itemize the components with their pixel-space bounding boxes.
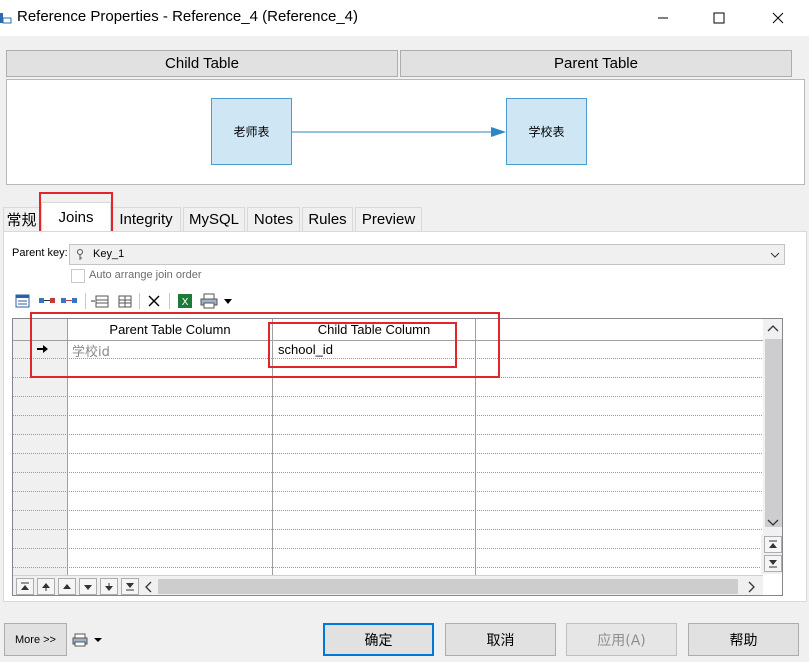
vertical-scroll-thumb[interactable] xyxy=(765,339,782,527)
scroll-down-icon[interactable] xyxy=(767,519,779,527)
tab-preview[interactable]: Preview xyxy=(355,207,422,231)
row-line xyxy=(13,396,762,397)
reuse-columns-icon[interactable] xyxy=(59,292,79,310)
toolbar-separator xyxy=(169,293,170,309)
move-down-button[interactable] xyxy=(764,555,782,572)
maximize-button[interactable] xyxy=(696,0,742,36)
row-line xyxy=(13,434,762,435)
tab-rules[interactable]: Rules xyxy=(302,207,353,231)
title-bar: Reference Properties - Reference_4 (Refe… xyxy=(0,0,809,36)
highlight-child-column xyxy=(268,322,457,368)
tab-integrity[interactable]: Integrity xyxy=(111,207,181,231)
excel-export-icon[interactable]: X xyxy=(175,292,195,310)
window-title: Reference Properties - Reference_4 (Refe… xyxy=(17,8,359,25)
parent-table-button[interactable]: Parent Table xyxy=(400,50,792,77)
minimize-icon xyxy=(658,17,668,19)
ok-button[interactable]: 确定 xyxy=(323,623,434,656)
tab-general[interactable]: 常规 xyxy=(3,207,40,231)
move-up-row-button[interactable] xyxy=(58,578,76,595)
delete-icon[interactable] xyxy=(145,292,163,310)
child-table-button[interactable]: Child Table xyxy=(6,50,398,77)
move-page-up-button[interactable] xyxy=(37,578,55,595)
row-line xyxy=(13,567,762,568)
move-bottom-button[interactable] xyxy=(121,578,139,595)
close-button[interactable] xyxy=(755,0,801,36)
key-icon xyxy=(77,249,83,260)
child-entity-box[interactable]: 老师表 xyxy=(211,98,292,165)
add-row-icon[interactable] xyxy=(113,292,133,310)
tab-mysql[interactable]: MySQL xyxy=(183,207,245,231)
minimize-button[interactable] xyxy=(640,0,686,36)
join-columns-icon[interactable] xyxy=(37,292,57,310)
maximize-icon xyxy=(713,12,725,24)
row-line xyxy=(13,548,762,549)
row-line xyxy=(13,453,762,454)
auto-arrange-checkbox[interactable] xyxy=(71,269,85,283)
printer-icon xyxy=(72,633,88,647)
cancel-button[interactable]: 取消 xyxy=(445,623,556,656)
apply-button[interactable]: 应用(A) xyxy=(566,623,677,656)
print-icon[interactable] xyxy=(199,292,219,310)
chevron-down-icon xyxy=(770,252,780,258)
row-line xyxy=(13,415,762,416)
row-line xyxy=(13,491,762,492)
print-options-button[interactable] xyxy=(72,630,108,650)
scroll-left-icon[interactable] xyxy=(145,581,153,593)
row-line xyxy=(13,529,762,530)
move-down-row-button[interactable] xyxy=(79,578,97,595)
parent-entity-box[interactable]: 学校表 xyxy=(506,98,587,165)
move-page-down-button[interactable] xyxy=(100,578,118,595)
row-line xyxy=(13,472,762,473)
scroll-up-icon[interactable] xyxy=(767,324,779,332)
insert-row-icon[interactable] xyxy=(90,292,110,310)
bottom-nav-bar xyxy=(13,575,763,595)
move-top-button[interactable] xyxy=(16,578,34,595)
properties-icon[interactable] xyxy=(14,292,32,310)
svg-text:X: X xyxy=(182,297,189,308)
horizontal-scroll-thumb[interactable] xyxy=(158,579,738,594)
toolbar-separator xyxy=(139,293,140,309)
app-icon xyxy=(0,10,12,26)
tab-notes[interactable]: Notes xyxy=(247,207,300,231)
parent-key-label: Parent key: xyxy=(12,247,68,259)
caret-down-icon xyxy=(94,638,102,642)
help-button[interactable]: 帮助 xyxy=(688,623,799,656)
row-line xyxy=(13,510,762,511)
move-up-button[interactable] xyxy=(764,536,782,553)
parent-key-value: Key_1 xyxy=(93,248,125,260)
close-icon xyxy=(772,12,784,24)
auto-arrange-label: Auto arrange join order xyxy=(89,269,202,281)
reference-arrow xyxy=(292,127,506,137)
scroll-right-icon[interactable] xyxy=(748,581,756,593)
caret-down-icon[interactable] xyxy=(221,292,235,310)
column-header-empty xyxy=(476,319,763,341)
more-button[interactable]: More >> xyxy=(4,623,67,656)
parent-key-select[interactable]: Key_1 xyxy=(69,244,785,265)
toolbar-separator xyxy=(85,293,86,309)
